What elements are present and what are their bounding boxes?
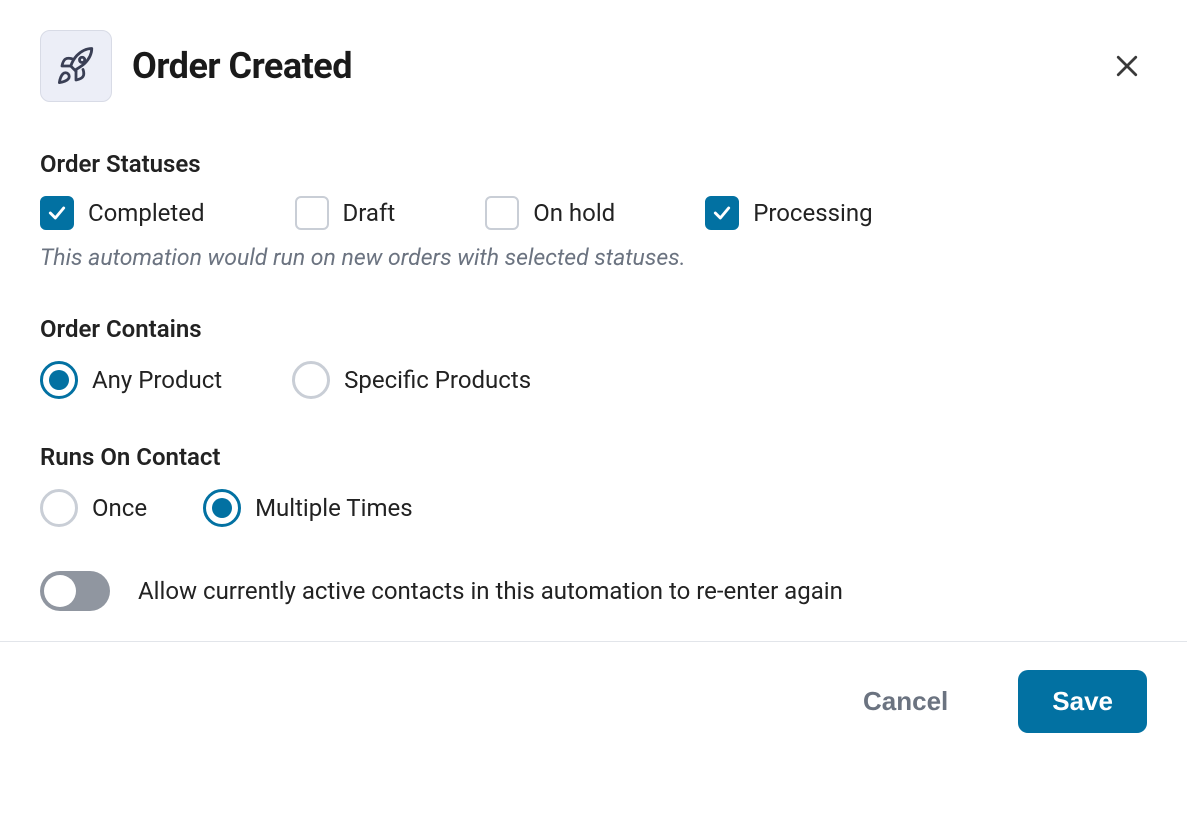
status-processing-option[interactable]: Processing bbox=[705, 196, 872, 230]
order-contains-options: Any Product Specific Products bbox=[40, 361, 1147, 399]
radio-any-product[interactable] bbox=[40, 361, 78, 399]
radio-once[interactable] bbox=[40, 489, 78, 527]
checkbox-on-hold[interactable] bbox=[485, 196, 519, 230]
order-statuses-options: Completed Draft On hold Processing bbox=[40, 196, 1147, 230]
check-icon bbox=[712, 203, 732, 223]
cancel-button[interactable]: Cancel bbox=[829, 670, 982, 733]
status-completed-option[interactable]: Completed bbox=[40, 196, 205, 230]
order-contains-section: Order Contains Any Product Specific Prod… bbox=[40, 315, 1147, 399]
order-contains-label: Order Contains bbox=[40, 315, 1147, 343]
runs-on-contact-section: Runs On Contact Once Multiple Times bbox=[40, 443, 1147, 527]
order-statuses-label: Order Statuses bbox=[40, 150, 1147, 178]
checkbox-draft[interactable] bbox=[295, 196, 329, 230]
order-statuses-help: This automation would run on new orders … bbox=[40, 244, 1147, 271]
save-button[interactable]: Save bbox=[1018, 670, 1147, 733]
runs-once-option[interactable]: Once bbox=[40, 489, 147, 527]
reenter-toggle-label: Allow currently active contacts in this … bbox=[138, 577, 843, 605]
rocket-icon bbox=[55, 45, 97, 87]
radio-multiple[interactable] bbox=[203, 489, 241, 527]
runs-multiple-option[interactable]: Multiple Times bbox=[203, 489, 413, 527]
radio-specific-products[interactable] bbox=[292, 361, 330, 399]
contains-specific-option[interactable]: Specific Products bbox=[292, 361, 531, 399]
status-draft-label: Draft bbox=[343, 199, 396, 227]
status-completed-label: Completed bbox=[88, 199, 205, 227]
status-processing-label: Processing bbox=[753, 199, 872, 227]
page-title: Order Created bbox=[132, 45, 352, 87]
runs-once-label: Once bbox=[92, 494, 147, 522]
contains-any-option[interactable]: Any Product bbox=[40, 361, 222, 399]
checkbox-completed[interactable] bbox=[40, 196, 74, 230]
runs-on-contact-label: Runs On Contact bbox=[40, 443, 1147, 471]
checkbox-processing[interactable] bbox=[705, 196, 739, 230]
order-statuses-section: Order Statuses Completed Draft On hold bbox=[40, 150, 1147, 271]
toggle-knob bbox=[44, 575, 76, 607]
contains-specific-label: Specific Products bbox=[344, 366, 531, 394]
status-draft-option[interactable]: Draft bbox=[295, 196, 396, 230]
status-on-hold-option[interactable]: On hold bbox=[485, 196, 615, 230]
contains-any-label: Any Product bbox=[92, 366, 222, 394]
modal-footer: Cancel Save bbox=[0, 641, 1187, 761]
runs-on-contact-options: Once Multiple Times bbox=[40, 489, 1147, 527]
modal-header: Order Created bbox=[40, 30, 1147, 102]
reenter-toggle[interactable] bbox=[40, 571, 110, 611]
status-on-hold-label: On hold bbox=[533, 199, 615, 227]
order-created-modal: Order Created Order Statuses Completed D… bbox=[0, 0, 1187, 611]
close-icon bbox=[1112, 51, 1142, 81]
rocket-icon-badge bbox=[40, 30, 112, 102]
close-button[interactable] bbox=[1107, 46, 1147, 86]
check-icon bbox=[47, 203, 67, 223]
runs-multiple-label: Multiple Times bbox=[255, 494, 413, 522]
reenter-toggle-row: Allow currently active contacts in this … bbox=[40, 571, 1147, 611]
